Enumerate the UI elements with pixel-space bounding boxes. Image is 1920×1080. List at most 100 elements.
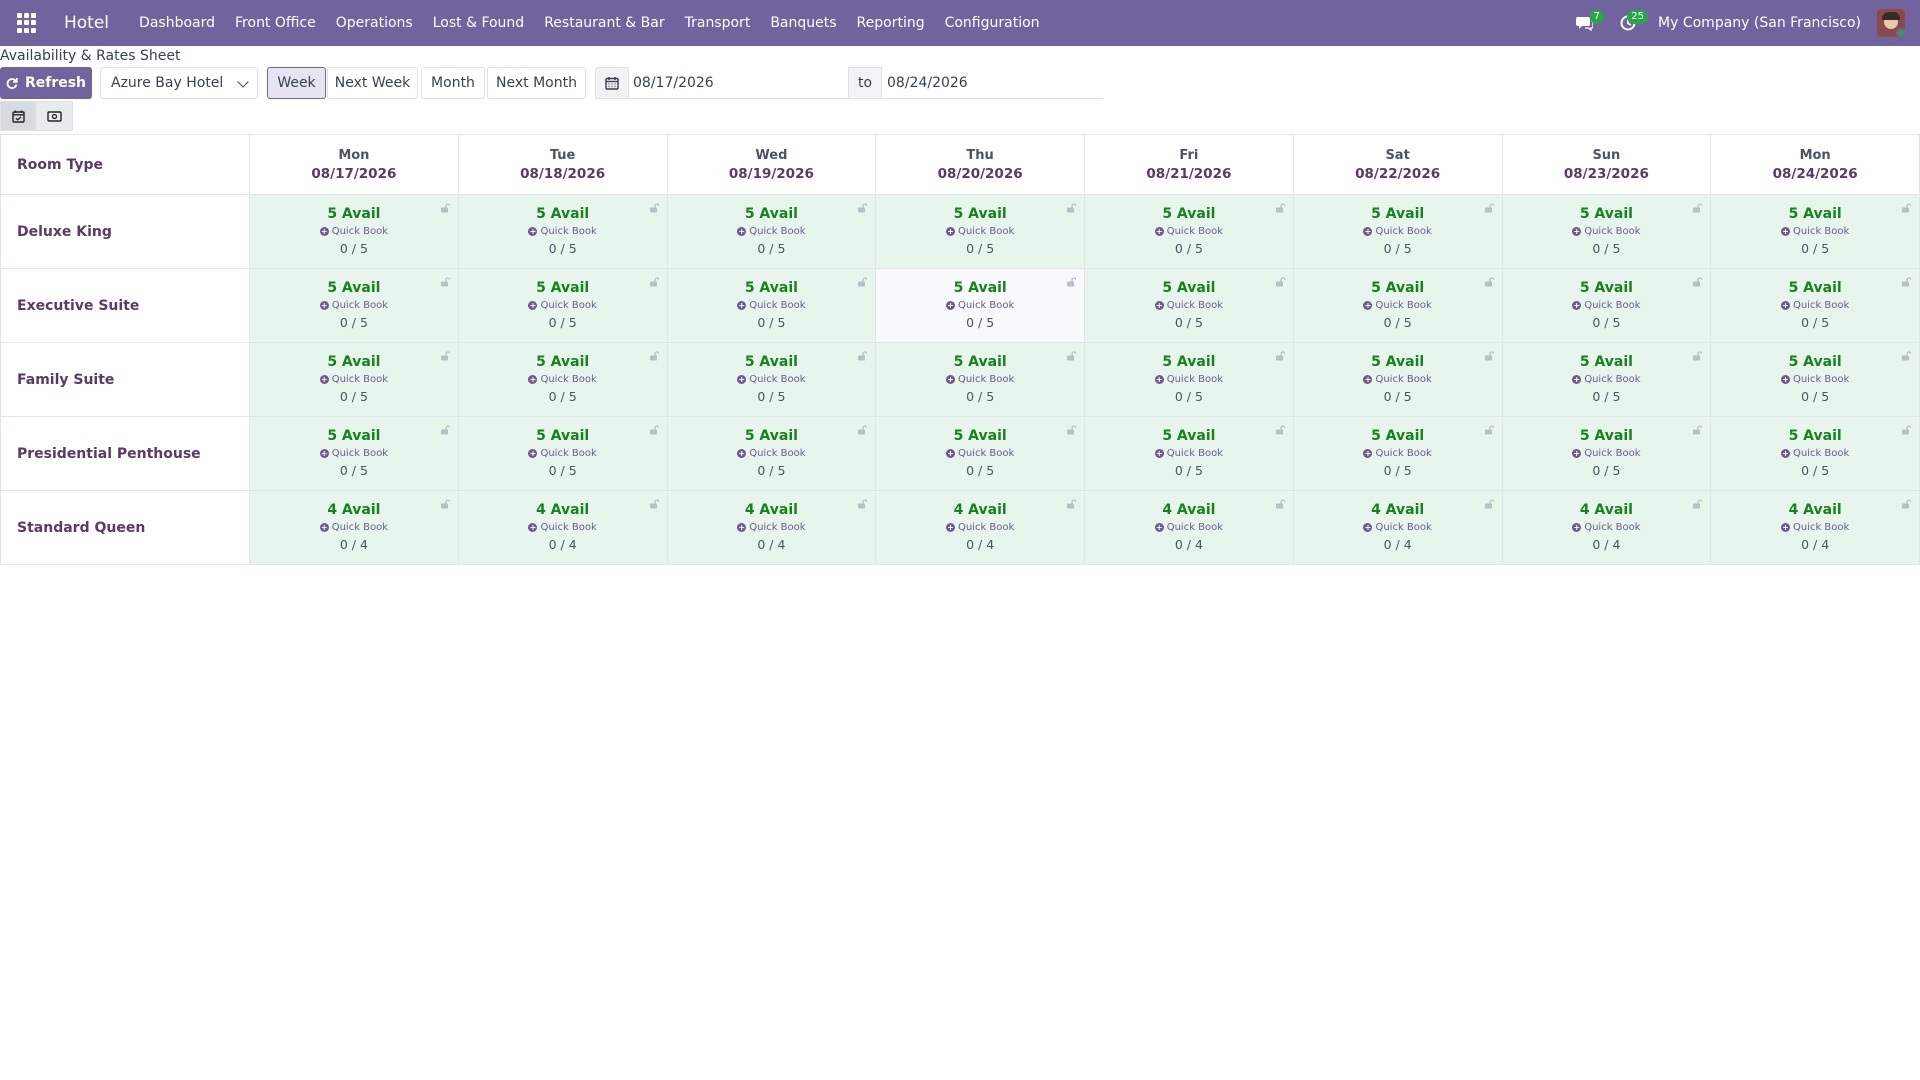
quick-book-link[interactable]: + Quick Book <box>668 226 876 237</box>
unlock-icon[interactable] <box>649 497 660 509</box>
menu-item-configuration[interactable]: Configuration <box>935 0 1050 46</box>
availability-cell[interactable]: 5 Avail + Quick Book 0 / 5 <box>1710 268 1920 343</box>
quick-book-link[interactable]: + Quick Book <box>250 448 458 459</box>
quick-book-link[interactable]: + Quick Book <box>1503 300 1711 311</box>
quick-book-link[interactable]: + Quick Book <box>1294 522 1502 533</box>
unlock-icon[interactable] <box>440 201 451 213</box>
unlock-icon[interactable] <box>1692 497 1703 509</box>
quick-book-link[interactable]: + Quick Book <box>1503 522 1711 533</box>
unlock-icon[interactable] <box>857 201 868 213</box>
quick-book-link[interactable]: + Quick Book <box>250 522 458 533</box>
availability-cell[interactable]: 5 Avail + Quick Book 0 / 5 <box>1084 342 1294 417</box>
availability-cell[interactable]: 5 Avail + Quick Book 0 / 5 <box>1710 416 1920 491</box>
availability-cell[interactable]: 5 Avail + Quick Book 0 / 5 <box>1292 268 1503 343</box>
quick-book-link[interactable]: + Quick Book <box>876 522 1084 533</box>
quick-book-link[interactable]: + Quick Book <box>1503 226 1711 237</box>
unlock-icon[interactable] <box>1066 201 1077 213</box>
range-next-week-button[interactable]: Next Week <box>327 67 418 99</box>
availability-cell[interactable]: 5 Avail + Quick Book 0 / 5 <box>249 268 459 343</box>
unlock-icon[interactable] <box>1484 275 1495 287</box>
rates-view-button[interactable] <box>36 101 73 131</box>
menu-item-lost-found[interactable]: Lost & Found <box>423 0 534 46</box>
unlock-icon[interactable] <box>1066 497 1077 509</box>
unlock-icon[interactable] <box>857 275 868 287</box>
menu-item-dashboard[interactable]: Dashboard <box>129 0 225 46</box>
availability-cell[interactable]: 5 Avail + Quick Book 0 / 5 <box>666 268 877 343</box>
quick-book-link[interactable]: + Quick Book <box>1711 226 1919 237</box>
quick-book-link[interactable]: + Quick Book <box>459 374 667 385</box>
quick-book-link[interactable]: + Quick Book <box>459 226 667 237</box>
app-brand[interactable]: Hotel <box>64 13 109 33</box>
quick-book-link[interactable]: + Quick Book <box>1711 448 1919 459</box>
availability-cell[interactable]: 5 Avail + Quick Book 0 / 5 <box>666 416 877 491</box>
quick-book-link[interactable]: + Quick Book <box>1503 448 1711 459</box>
quick-book-link[interactable]: + Quick Book <box>668 300 876 311</box>
quick-book-link[interactable]: + Quick Book <box>459 300 667 311</box>
unlock-icon[interactable] <box>1484 497 1495 509</box>
unlock-icon[interactable] <box>440 275 451 287</box>
company-switcher[interactable]: My Company (San Francisco) <box>1658 15 1861 31</box>
menu-item-front-office[interactable]: Front Office <box>225 0 326 46</box>
unlock-icon[interactable] <box>1484 423 1495 435</box>
unlock-icon[interactable] <box>1275 275 1286 287</box>
menu-item-restaurant-bar[interactable]: Restaurant & Bar <box>534 0 674 46</box>
user-avatar[interactable] <box>1877 9 1905 37</box>
availability-cell[interactable]: 5 Avail + Quick Book 0 / 5 <box>249 194 459 269</box>
availability-cell[interactable]: 5 Avail + Quick Book 0 / 5 <box>1710 194 1920 269</box>
unlock-icon[interactable] <box>1901 201 1912 213</box>
quick-book-link[interactable]: + Quick Book <box>1711 300 1919 311</box>
quick-book-link[interactable]: + Quick Book <box>668 448 876 459</box>
availability-cell[interactable]: 4 Avail + Quick Book 0 / 4 <box>875 490 1085 565</box>
availability-cell[interactable]: 5 Avail + Quick Book 0 / 5 <box>249 342 459 417</box>
unlock-icon[interactable] <box>1692 423 1703 435</box>
quick-book-link[interactable]: + Quick Book <box>1085 448 1293 459</box>
availability-cell[interactable]: 5 Avail + Quick Book 0 / 5 <box>1501 342 1712 417</box>
unlock-icon[interactable] <box>1484 201 1495 213</box>
availability-cell[interactable]: 4 Avail + Quick Book 0 / 4 <box>1501 490 1712 565</box>
availability-cell[interactable]: 5 Avail + Quick Book 0 / 5 <box>1084 268 1294 343</box>
availability-cell[interactable]: 4 Avail + Quick Book 0 / 4 <box>457 490 668 565</box>
availability-cell[interactable]: 5 Avail + Quick Book 0 / 5 <box>1501 194 1712 269</box>
quick-book-link[interactable]: + Quick Book <box>668 374 876 385</box>
unlock-icon[interactable] <box>1901 497 1912 509</box>
unlock-icon[interactable] <box>649 423 660 435</box>
quick-book-link[interactable]: + Quick Book <box>1711 522 1919 533</box>
menu-item-transport[interactable]: Transport <box>675 0 761 46</box>
unlock-icon[interactable] <box>440 497 451 509</box>
quick-book-link[interactable]: + Quick Book <box>876 226 1084 237</box>
availability-cell[interactable]: 5 Avail + Quick Book 0 / 5 <box>1084 194 1294 269</box>
unlock-icon[interactable] <box>1692 349 1703 361</box>
availability-cell[interactable]: 4 Avail + Quick Book 0 / 4 <box>1292 490 1503 565</box>
quick-book-link[interactable]: + Quick Book <box>876 448 1084 459</box>
availability-cell[interactable]: 5 Avail + Quick Book 0 / 5 <box>875 194 1085 269</box>
availability-cell[interactable]: 5 Avail + Quick Book 0 / 5 <box>875 416 1085 491</box>
availability-cell[interactable]: 4 Avail + Quick Book 0 / 4 <box>666 490 877 565</box>
unlock-icon[interactable] <box>1692 201 1703 213</box>
availability-cell[interactable]: 5 Avail + Quick Book 0 / 5 <box>457 268 668 343</box>
quick-book-link[interactable]: + Quick Book <box>876 374 1084 385</box>
unlock-icon[interactable] <box>1901 275 1912 287</box>
unlock-icon[interactable] <box>1275 201 1286 213</box>
messages-button[interactable]: 7 <box>1570 0 1605 46</box>
availability-cell[interactable]: 5 Avail + Quick Book 0 / 5 <box>1292 416 1503 491</box>
unlock-icon[interactable] <box>649 349 660 361</box>
availability-cell[interactable]: 5 Avail + Quick Book 0 / 5 <box>1084 416 1294 491</box>
availability-cell[interactable]: 4 Avail + Quick Book 0 / 4 <box>1710 490 1920 565</box>
range-next-month-button[interactable]: Next Month <box>487 67 586 99</box>
unlock-icon[interactable] <box>1066 349 1077 361</box>
availability-cell[interactable]: 5 Avail + Quick Book 0 / 5 <box>1710 342 1920 417</box>
unlock-icon[interactable] <box>1066 275 1077 287</box>
menu-item-reporting[interactable]: Reporting <box>847 0 935 46</box>
availability-cell[interactable]: 5 Avail + Quick Book 0 / 5 <box>666 342 877 417</box>
availability-cell[interactable]: 5 Avail + Quick Book 0 / 5 <box>457 416 668 491</box>
unlock-icon[interactable] <box>1275 497 1286 509</box>
availability-cell[interactable]: 5 Avail + Quick Book 0 / 5 <box>457 194 668 269</box>
availability-cell[interactable]: 5 Avail + Quick Book 0 / 5 <box>875 342 1085 417</box>
quick-book-link[interactable]: + Quick Book <box>1085 522 1293 533</box>
availability-cell[interactable]: 4 Avail + Quick Book 0 / 4 <box>249 490 459 565</box>
quick-book-link[interactable]: + Quick Book <box>250 374 458 385</box>
availability-cell[interactable]: 5 Avail + Quick Book 0 / 5 <box>1501 268 1712 343</box>
quick-book-link[interactable]: + Quick Book <box>1294 300 1502 311</box>
quick-book-link[interactable]: + Quick Book <box>250 300 458 311</box>
unlock-icon[interactable] <box>440 423 451 435</box>
